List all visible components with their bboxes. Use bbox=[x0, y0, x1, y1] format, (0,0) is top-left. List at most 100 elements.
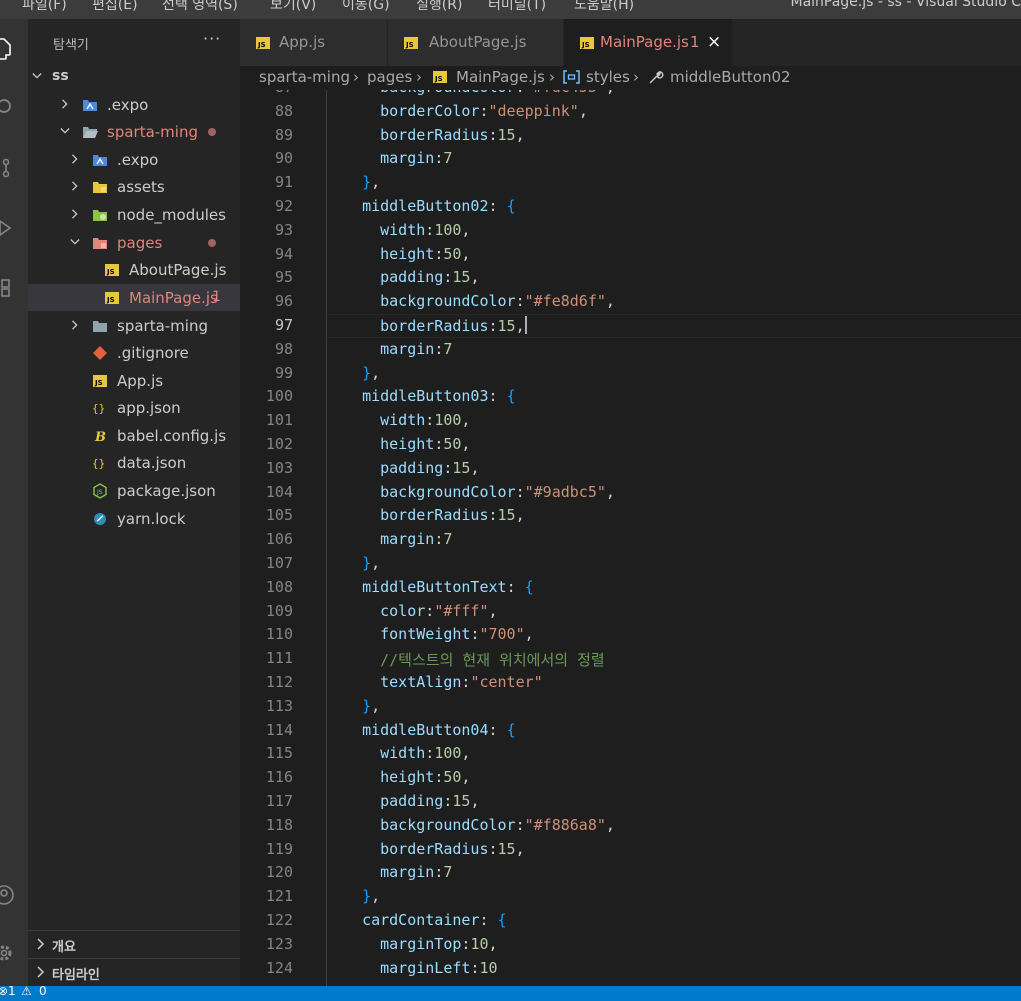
tree-item[interactable]: node_modules bbox=[28, 201, 240, 228]
extensions-icon[interactable] bbox=[0, 274, 16, 302]
code-line[interactable]: 123 marginTop:10, bbox=[240, 933, 1021, 957]
breadcrumb-item[interactable]: MainPage.js bbox=[456, 68, 545, 86]
code-line[interactable]: 98 margin:7 bbox=[240, 338, 1021, 362]
code-line[interactable]: 87 backgroundColor:"#fdc453", bbox=[240, 90, 1021, 100]
code-line[interactable]: 97 borderRadius:15, bbox=[240, 314, 1021, 338]
code-line[interactable]: 95 padding:15, bbox=[240, 266, 1021, 290]
code-line[interactable]: 93 width:100, bbox=[240, 219, 1021, 243]
code-line[interactable]: 111 //텍스트의 현재 위치에서의 정렬 bbox=[240, 647, 1021, 671]
code-editor[interactable]: 87 backgroundColor:"#fdc453",88 borderCo… bbox=[240, 90, 1021, 986]
menu-go[interactable]: 이동(G) bbox=[342, 0, 390, 14]
code-token: , bbox=[461, 411, 471, 430]
tree-item[interactable]: assets bbox=[28, 173, 240, 200]
tree-item[interactable]: JS AboutPage.js bbox=[28, 256, 240, 283]
code-token: { bbox=[506, 197, 516, 215]
code-line[interactable]: 91 }, bbox=[240, 171, 1021, 195]
source-control-icon[interactable] bbox=[0, 154, 16, 182]
menu-selection[interactable]: 선택 영역(S) bbox=[162, 0, 238, 14]
line-number: 106 bbox=[265, 530, 293, 549]
error-count[interactable]: 1 bbox=[8, 986, 16, 998]
tree-item[interactable]: {} data.json bbox=[28, 449, 240, 476]
tab-aboutpage-js[interactable]: JS AboutPage.js bbox=[388, 19, 564, 66]
code-line[interactable]: 110 fontWeight:"700", bbox=[240, 623, 1021, 647]
tree-item[interactable]: ss bbox=[28, 63, 240, 90]
code-line[interactable]: 105 borderRadius:15, bbox=[240, 504, 1021, 528]
breadcrumb-item[interactable]: styles bbox=[586, 68, 630, 86]
tree-item[interactable]: .expo bbox=[28, 91, 240, 118]
explorer-icon[interactable] bbox=[0, 35, 16, 63]
menu-help[interactable]: 도움말(H) bbox=[574, 0, 634, 14]
tree-item[interactable]: JS package.json bbox=[28, 477, 240, 504]
more-actions-icon[interactable]: ··· bbox=[203, 29, 221, 48]
tree-item[interactable]: sparta-ming bbox=[28, 118, 240, 145]
code-line[interactable]: 102 height:50, bbox=[240, 433, 1021, 457]
code-token: , bbox=[515, 506, 525, 525]
code-line[interactable]: 120 margin:7 bbox=[240, 861, 1021, 885]
line-number: 124 bbox=[265, 958, 293, 977]
tree-item[interactable]: Bbabel.config.js bbox=[28, 422, 240, 449]
line-number: 93 bbox=[274, 220, 293, 239]
breadcrumb-item[interactable]: pages bbox=[367, 68, 412, 86]
tree-item[interactable]: JS App.js bbox=[28, 367, 240, 394]
code-line[interactable]: 124 marginLeft:10 bbox=[240, 957, 1021, 981]
menu-edit[interactable]: 편집(E) bbox=[92, 0, 138, 14]
code-token: , bbox=[524, 625, 534, 644]
yarn-icon bbox=[94, 513, 106, 525]
code-line[interactable]: 119 borderRadius:15, bbox=[240, 838, 1021, 862]
code-line[interactable]: 121 }, bbox=[240, 885, 1021, 909]
code-line[interactable]: 88 borderColor:"deeppink", bbox=[240, 100, 1021, 124]
tree-item[interactable]: yarn.lock bbox=[28, 505, 240, 532]
error-icon[interactable]: ⊗ bbox=[0, 986, 8, 998]
code-token: , bbox=[461, 435, 471, 453]
menu-file[interactable]: 파일(F) bbox=[22, 0, 67, 14]
tree-item[interactable]: JS MainPage.js 1 bbox=[28, 284, 240, 311]
timeline-section[interactable]: 타임라인 bbox=[28, 958, 240, 986]
run-debug-icon[interactable] bbox=[0, 214, 16, 242]
close-tab-icon[interactable]: × bbox=[707, 32, 721, 52]
text-cursor bbox=[524, 316, 527, 334]
chevron-right-icon bbox=[72, 181, 78, 191]
code-line[interactable]: 99 }, bbox=[240, 362, 1021, 386]
account-icon[interactable] bbox=[0, 881, 16, 909]
code-line[interactable]: 96 backgroundColor:"#fe8d6f", bbox=[240, 290, 1021, 314]
code-line[interactable]: 115 width:100, bbox=[240, 742, 1021, 766]
code-line[interactable]: 117 padding:15, bbox=[240, 790, 1021, 814]
search-icon[interactable] bbox=[0, 94, 16, 122]
code-line[interactable]: 92 middleButton02: { bbox=[240, 195, 1021, 219]
tree-item[interactable]: .gitignore bbox=[28, 339, 240, 366]
breadcrumb-item[interactable]: middleButton02 bbox=[670, 68, 791, 86]
outline-section[interactable]: 개요 bbox=[28, 930, 240, 958]
code-token: middleButtonText bbox=[362, 577, 507, 596]
code-line[interactable]: 114 middleButton04: { bbox=[240, 719, 1021, 743]
code-line[interactable]: 107 }, bbox=[240, 552, 1021, 576]
menu-terminal[interactable]: 터미널(T) bbox=[488, 0, 546, 14]
menu-view[interactable]: 보기(V) bbox=[270, 0, 316, 14]
code-line[interactable]: 89 borderRadius:15, bbox=[240, 124, 1021, 148]
tab-app-js[interactable]: JS App.js bbox=[240, 19, 388, 66]
code-line[interactable]: 113 }, bbox=[240, 695, 1021, 719]
code-line[interactable]: 112 textAlign:"center" bbox=[240, 671, 1021, 695]
code-line[interactable]: 106 margin:7 bbox=[240, 528, 1021, 552]
breadcrumb-item[interactable]: sparta-ming bbox=[259, 68, 350, 86]
code-line[interactable]: 104 backgroundColor:"#9adbc5", bbox=[240, 481, 1021, 505]
settings-gear-icon[interactable] bbox=[0, 939, 16, 967]
tree-item[interactable]: .expo bbox=[28, 146, 240, 173]
code-line[interactable]: 103 padding:15, bbox=[240, 457, 1021, 481]
code-line[interactable]: 108 middleButtonText: { bbox=[240, 576, 1021, 600]
code-line[interactable]: 122 cardContainer: { bbox=[240, 909, 1021, 933]
code-line[interactable]: 100 middleButton03: { bbox=[240, 385, 1021, 409]
warning-count[interactable]: 0 bbox=[39, 986, 47, 998]
tree-item[interactable]: {} app.json bbox=[28, 394, 240, 421]
code-line[interactable]: 109 color:"#fff", bbox=[240, 600, 1021, 624]
tree-item[interactable]: sparta-ming bbox=[28, 312, 240, 339]
code-line[interactable]: 116 height:50, bbox=[240, 766, 1021, 790]
code-line[interactable]: 94 height:50, bbox=[240, 243, 1021, 267]
code-line[interactable]: 118 backgroundColor:"#f886a8", bbox=[240, 814, 1021, 838]
tab-mainpage-js[interactable]: JS MainPage.js 1 × bbox=[564, 19, 733, 66]
tree-item[interactable]: pages bbox=[28, 229, 240, 256]
code-line[interactable]: 101 width:100, bbox=[240, 409, 1021, 433]
menu-run[interactable]: 실행(R) bbox=[416, 0, 462, 14]
code-token: , bbox=[371, 173, 381, 192]
warning-icon[interactable]: ⚠ bbox=[21, 986, 32, 998]
code-line[interactable]: 90 margin:7 bbox=[240, 147, 1021, 171]
